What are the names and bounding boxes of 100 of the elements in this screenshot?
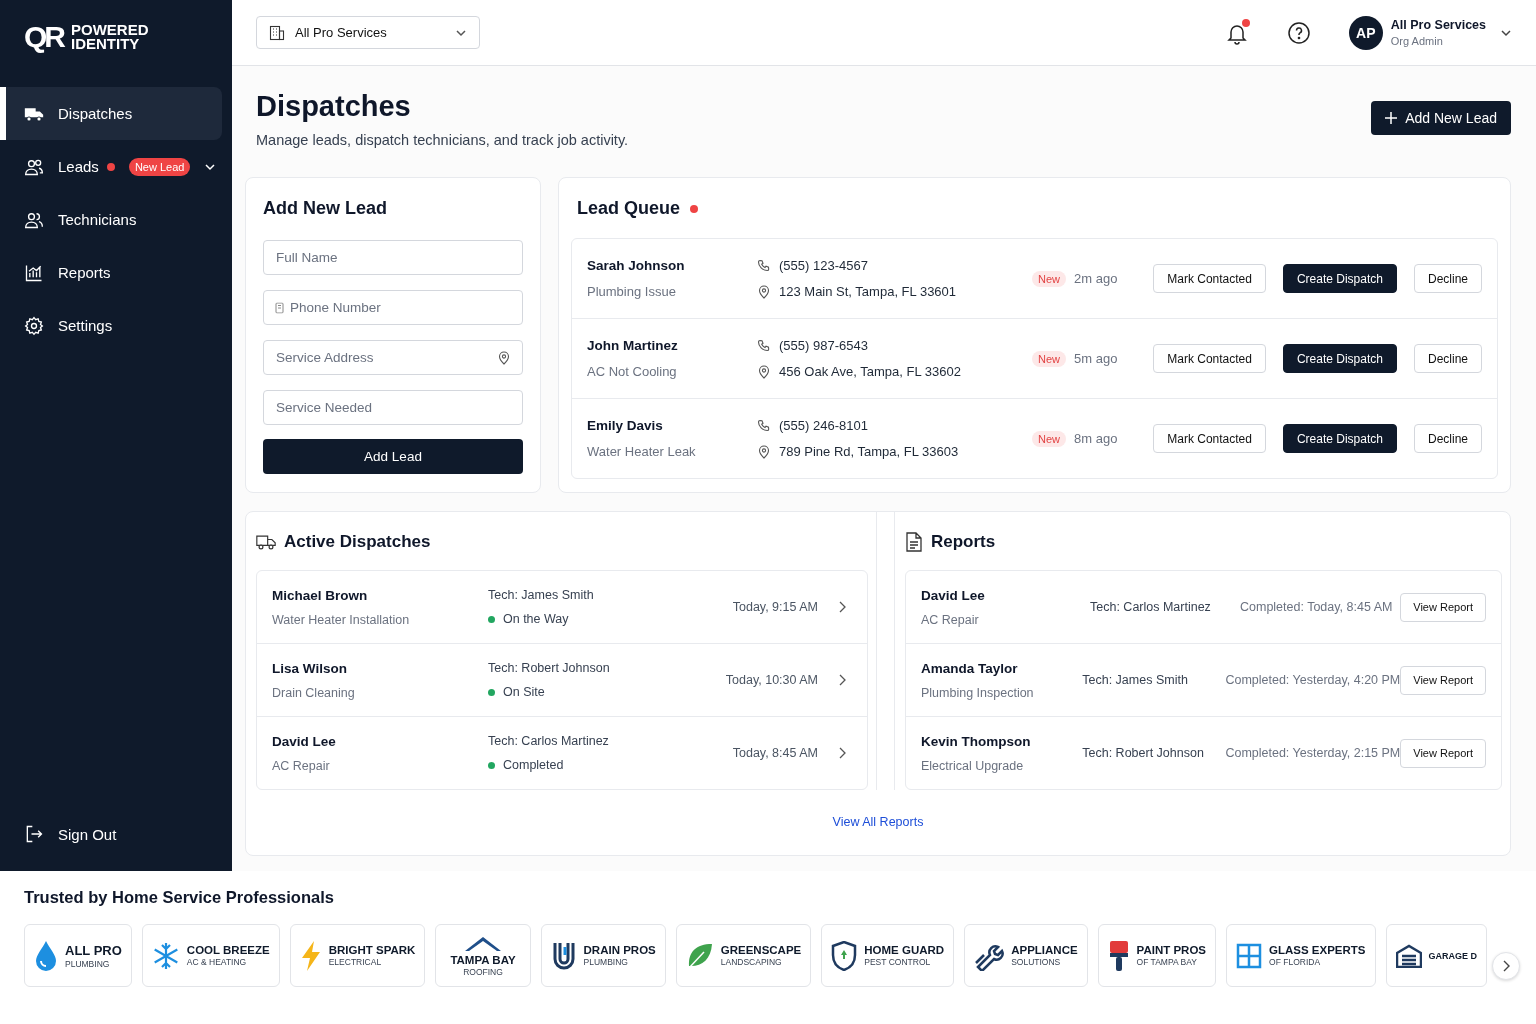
create-dispatch-button[interactable]: Create Dispatch [1282, 344, 1397, 373]
partner-tagline: PLUMBING [583, 957, 629, 967]
partner-tagline: PEST CONTROL [864, 957, 932, 967]
nav-item[interactable]: Leads New Lead [0, 140, 222, 193]
action-button[interactable]: Mark Contacted [1153, 264, 1266, 293]
organization-select[interactable]: All Pro Services [256, 16, 480, 49]
action-button[interactable]: Decline [1413, 344, 1482, 373]
create-dispatch-button[interactable]: Create Dispatch [1282, 424, 1397, 453]
phone-icon [757, 258, 771, 273]
lead-name: Sarah Johnson [587, 258, 686, 273]
customer-name: David Lee [921, 587, 986, 603]
phone-icon [757, 338, 771, 353]
dispatch-status: On the Way [503, 612, 569, 626]
lead-service: Water Heater Leak [587, 444, 697, 459]
new-lead-badge: New Lead [128, 157, 191, 176]
lead-phone: (555) 987-6543 [779, 338, 868, 353]
partner-tagline: OF FLORIDA [1269, 957, 1322, 967]
technician: Tech: James Smith [1082, 673, 1189, 687]
page-title: Dispatches [256, 90, 412, 122]
partner-tagline: SOLUTIONS [1011, 957, 1062, 967]
technician: Tech: Robert Johnson [1082, 746, 1205, 760]
logo-text: POWERED [71, 23, 149, 37]
dispatch-time: Today, 8:45 AM [732, 746, 818, 760]
lightning-icon [299, 939, 322, 972]
partner-name: HOME GUARD [864, 944, 945, 956]
shield-icon [831, 940, 858, 971]
help-icon[interactable] [1286, 20, 1311, 45]
card-title: Reports [931, 532, 996, 552]
view-all-reports-link[interactable]: View All Reports [832, 815, 924, 829]
page-subtitle: Manage leads, dispatch technicians, and track job activity. [256, 132, 629, 148]
status-dot [488, 615, 495, 623]
action-button[interactable]: Mark Contacted [1153, 344, 1266, 373]
partner-tagline: ELECTRICAL [328, 957, 383, 967]
truck-icon [256, 533, 276, 551]
nav-item[interactable]: Reports [0, 246, 222, 299]
technician: Tech: James Smith [488, 588, 594, 602]
plus-icon [1385, 112, 1398, 124]
partner-name: GLASS EXPERTS [1269, 944, 1366, 956]
chevron-right-icon[interactable] [838, 747, 846, 759]
notifications-icon[interactable] [1224, 20, 1249, 45]
partner-tagline: OF TAMPA BAY [1136, 957, 1198, 967]
nav-item[interactable]: Settings [0, 299, 222, 352]
partner-tagline: LANDSCAPING [720, 957, 783, 967]
partner-name: BRIGHT SPARK [328, 944, 416, 956]
location-pin-icon [757, 364, 771, 379]
lead-service: AC Not Cooling [587, 364, 678, 379]
view-report-button[interactable]: View Report [1400, 665, 1486, 695]
view-report-button[interactable]: View Report [1400, 592, 1486, 622]
garage-icon [1395, 943, 1422, 968]
nav-item[interactable]: Dispatches [0, 87, 222, 140]
water-drop-icon [34, 939, 58, 972]
create-dispatch-button[interactable]: Create Dispatch [1282, 264, 1397, 293]
add-lead-button[interactable]: Add Lead [263, 439, 523, 474]
chevron-right-icon[interactable] [838, 601, 846, 613]
partner-tagline: ROOFING [463, 966, 503, 977]
card-title: Add New Lead [263, 198, 388, 219]
location-pin-icon [757, 284, 771, 299]
lead-phone: (555) 123-4567 [779, 258, 868, 273]
dispatch-status: Completed [503, 758, 564, 772]
completion-time: Completed: Today, 8:45 AM [1240, 600, 1393, 614]
nav-item[interactable]: Technicians [0, 193, 222, 246]
partner-tagline: AC & HEATING [186, 957, 248, 967]
chevron-right-icon[interactable] [838, 674, 846, 686]
technician: Tech: Carlos Martinez [488, 734, 609, 748]
chevron-right-icon [1502, 960, 1510, 972]
customer-name: Kevin Thompson [921, 733, 1032, 749]
view-report-button[interactable]: View Report [1400, 738, 1486, 768]
input-field[interactable]: Service Needed [263, 390, 523, 425]
partner-name: GARAGE D [1428, 950, 1478, 961]
input-field[interactable]: Full Name [263, 240, 523, 275]
partner-name: ALL PRO [65, 942, 122, 958]
section-title: Trusted by Home Service Professionals [24, 888, 335, 907]
status-badge: New [1032, 350, 1066, 367]
service-type: Plumbing Inspection [921, 685, 1035, 700]
service-type: AC Repair [921, 612, 980, 627]
partner-tagline: PLUMBING [65, 958, 111, 969]
action-button[interactable]: Decline [1413, 264, 1482, 293]
snowflake-icon [151, 941, 180, 970]
user-role: Org Admin [1390, 35, 1444, 47]
lead-address: 789 Pine Rd, Tampa, FL 33603 [779, 444, 959, 459]
document-icon [905, 532, 923, 552]
action-button[interactable]: Decline [1413, 424, 1482, 453]
customer-name: Michael Brown [272, 587, 369, 603]
input-field[interactable]: Service Address [263, 340, 523, 375]
lead-address: 456 Oak Ave, Tampa, FL 33602 [779, 364, 961, 379]
building-icon [269, 24, 285, 41]
avatar: AP [1348, 15, 1383, 50]
input-field[interactable]: Phone Number [263, 290, 523, 325]
completion-time: Completed: Yesterday, 2:15 PM [1225, 746, 1401, 760]
card-title: Lead Queue [577, 198, 681, 219]
action-button[interactable]: Mark Contacted [1153, 424, 1266, 453]
location-pin-icon [497, 350, 511, 365]
sign-out-link[interactable]: Sign Out [0, 819, 232, 849]
window-icon [1236, 942, 1263, 969]
sign-out-icon [24, 824, 44, 844]
service-type: Water Heater Installation [272, 612, 411, 627]
add-new-lead-button[interactable]: Add New Lead [1371, 101, 1511, 135]
lead-service: Plumbing Issue [587, 284, 677, 299]
customer-name: Lisa Wilson [272, 660, 348, 676]
technician: Tech: Carlos Martinez [1090, 600, 1212, 614]
